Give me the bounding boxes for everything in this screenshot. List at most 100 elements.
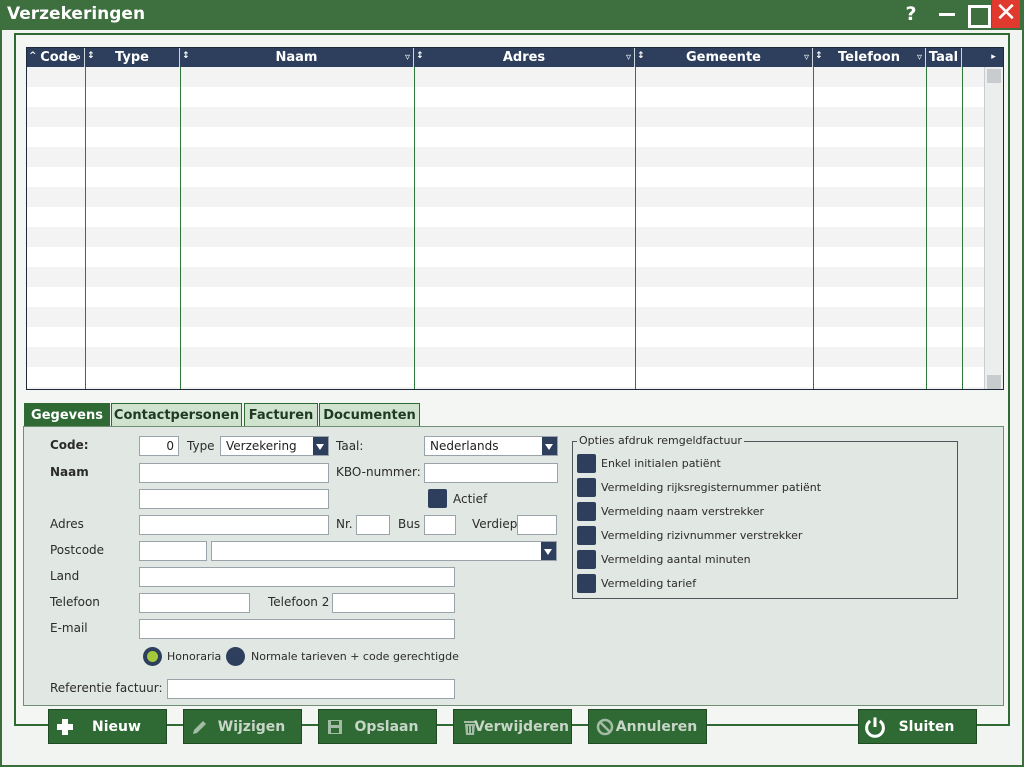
option-label: Vermelding tarief xyxy=(601,577,697,590)
telefoon2-input[interactable] xyxy=(332,593,455,613)
main-window: ^ Code ⌕ ↕ Type ↕ Naam ▿ ↕ Adres ▿ ↕ Gem… xyxy=(0,30,1024,767)
option-initialen-checkbox[interactable] xyxy=(577,454,596,473)
naam-input[interactable] xyxy=(139,463,329,483)
sort-icon[interactable]: ↕ xyxy=(815,48,823,66)
col-header-adres[interactable]: ↕ Adres ▿ xyxy=(414,48,635,67)
bus-input[interactable] xyxy=(424,515,456,535)
table-row[interactable] xyxy=(27,167,985,187)
type-select[interactable]: Verzekering xyxy=(220,436,329,456)
option-tarief-checkbox[interactable] xyxy=(577,574,596,593)
chevron-down-icon[interactable] xyxy=(313,437,328,455)
table-row[interactable] xyxy=(27,187,985,207)
tab-documenten[interactable]: Documenten xyxy=(319,403,420,427)
col-label: Type xyxy=(115,50,149,65)
sort-icon[interactable]: ↕ xyxy=(416,48,424,66)
option-riziv-checkbox[interactable] xyxy=(577,526,596,545)
table-row[interactable] xyxy=(27,367,985,387)
sort-icon[interactable]: ↕ xyxy=(637,48,645,66)
tab-contactpersonen[interactable]: Contactpersonen xyxy=(111,403,242,427)
opslaan-button[interactable]: Opslaan xyxy=(318,709,437,744)
col-label: Gemeente xyxy=(686,50,761,65)
naam2-input[interactable] xyxy=(139,489,329,509)
option-rijksregister-checkbox[interactable] xyxy=(577,478,596,497)
telefoon-input[interactable] xyxy=(139,593,250,613)
table-row[interactable] xyxy=(27,307,985,327)
referentie-input[interactable] xyxy=(167,679,455,699)
col-divider xyxy=(180,67,181,389)
col-header-gemeente[interactable]: ↕ Gemeente ▿ xyxy=(635,48,813,67)
chevron-down-icon[interactable] xyxy=(542,437,557,455)
col-header-telefoon[interactable]: ↕ Telefoon ▿ xyxy=(813,48,926,67)
email-input[interactable] xyxy=(139,619,455,639)
actief-checkbox[interactable] xyxy=(428,489,447,508)
filter-icon[interactable]: ▿ xyxy=(626,48,631,68)
nr-label: Nr. xyxy=(336,517,353,531)
col-header-code[interactable]: ^ Code ⌕ xyxy=(27,48,85,67)
col-header-type[interactable]: ↕ Type xyxy=(85,48,180,67)
chevron-down-icon[interactable] xyxy=(541,542,556,560)
nieuw-label: Nieuw xyxy=(92,719,141,735)
close-window-button[interactable]: ✕ xyxy=(992,0,1020,28)
filter-icon[interactable]: ▿ xyxy=(405,48,410,68)
option-minuten-checkbox[interactable] xyxy=(577,550,596,569)
minimize-button[interactable] xyxy=(934,0,960,28)
wijzigen-label: Wijzigen xyxy=(217,719,286,735)
honoraria-radio[interactable] xyxy=(143,647,162,666)
verdiep-input[interactable] xyxy=(517,515,557,535)
table-row[interactable] xyxy=(27,267,985,287)
sort-icon[interactable]: ^ xyxy=(29,48,37,66)
table-row[interactable] xyxy=(27,147,985,167)
col-divider xyxy=(962,67,963,389)
filter-icon[interactable]: ▿ xyxy=(917,48,922,68)
gemeente-select[interactable] xyxy=(211,541,557,561)
search-icon[interactable]: ⌕ xyxy=(75,48,81,68)
tab-facturen[interactable]: Facturen xyxy=(244,403,318,427)
table-row[interactable] xyxy=(27,107,985,127)
scroll-down-button[interactable] xyxy=(987,375,1001,389)
table-row[interactable] xyxy=(27,207,985,227)
col-divider xyxy=(635,67,636,389)
sort-icon[interactable]: ↕ xyxy=(87,48,95,66)
kbo-input[interactable] xyxy=(424,463,558,483)
help-button[interactable]: ? xyxy=(898,0,924,28)
annuleren-button[interactable]: Annuleren xyxy=(588,709,707,744)
grid-scrollbar[interactable] xyxy=(984,67,1003,389)
wijzigen-button[interactable]: Wijzigen xyxy=(183,709,302,744)
table-row[interactable] xyxy=(27,67,985,87)
verwijderen-label: Verwijderen xyxy=(474,719,569,735)
nr-input[interactable] xyxy=(356,515,390,535)
filter-icon[interactable]: ▿ xyxy=(804,48,809,68)
table-row[interactable] xyxy=(27,387,985,389)
verwijderen-button[interactable]: Verwijderen xyxy=(453,709,572,744)
col-header-naam[interactable]: ↕ Naam ▿ xyxy=(180,48,414,67)
postcode-input[interactable] xyxy=(139,541,207,561)
normale-tarieven-radio[interactable] xyxy=(226,647,245,666)
code-input[interactable]: 0 xyxy=(139,436,179,456)
sluiten-button[interactable]: Sluiten xyxy=(858,709,977,744)
tab-gegevens[interactable]: Gegevens xyxy=(24,403,110,428)
opslaan-label: Opslaan xyxy=(354,719,419,735)
scroll-up-button[interactable] xyxy=(987,69,1001,83)
table-row[interactable] xyxy=(27,87,985,107)
col-label: Code xyxy=(40,50,77,65)
sort-icon[interactable]: ↕ xyxy=(182,48,190,66)
table-row[interactable] xyxy=(27,247,985,267)
land-input[interactable] xyxy=(139,567,455,587)
table-row[interactable] xyxy=(27,127,985,147)
col-header-taal[interactable]: Taal xyxy=(926,48,962,67)
adres-input[interactable] xyxy=(139,515,329,535)
col-label: Naam xyxy=(275,50,318,65)
table-row[interactable] xyxy=(27,327,985,347)
window-title: Verzekeringen xyxy=(7,4,146,24)
insurance-grid[interactable]: ^ Code ⌕ ↕ Type ↕ Naam ▿ ↕ Adres ▿ ↕ Gem… xyxy=(26,47,1004,390)
taal-select[interactable]: Nederlands xyxy=(424,436,558,456)
option-naam-verstrekker-checkbox[interactable] xyxy=(577,502,596,521)
nieuw-button[interactable]: Nieuw xyxy=(48,709,167,744)
maximize-button[interactable] xyxy=(964,0,991,28)
table-row[interactable] xyxy=(27,287,985,307)
table-row[interactable] xyxy=(27,347,985,367)
table-row[interactable] xyxy=(27,227,985,247)
col-header-extra[interactable] xyxy=(962,48,986,67)
column-chooser-icon[interactable]: ▸ xyxy=(984,48,1003,67)
taal-label: Taal: xyxy=(336,439,364,453)
